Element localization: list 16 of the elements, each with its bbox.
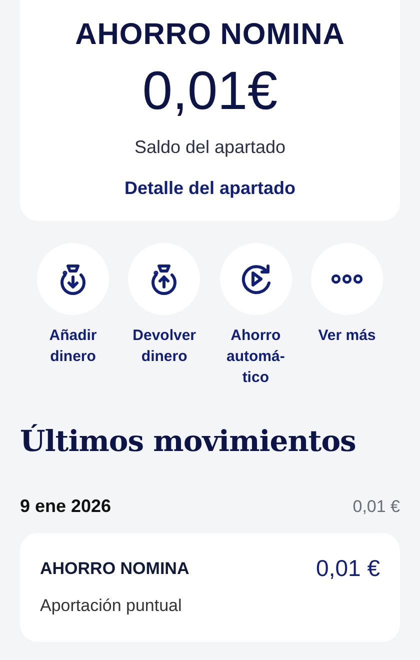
detail-link[interactable]: Detalle del apartado	[124, 178, 296, 200]
movement-name: AHORRO NOMINA	[40, 558, 190, 579]
account-title: AHORRO NOMINA	[75, 18, 345, 52]
balance-amount: 0,01€	[142, 62, 278, 122]
movement-amount: 0,01 €	[316, 555, 380, 582]
movement-description: Aportación puntual	[40, 596, 183, 616]
section-heading: Últimos movimientos	[20, 424, 357, 458]
more-icon	[330, 274, 363, 284]
action-label: Devolver dinero	[132, 326, 198, 368]
day-total: 0,01 €	[352, 496, 400, 517]
action-label: Ahorro automá-tico	[225, 326, 286, 388]
action-label: Ver más	[317, 326, 377, 346]
date-label: 9 ene 2026	[20, 496, 112, 518]
action-label: Añadir dinero	[48, 326, 98, 368]
movement-card[interactable]: AHORRO NOMINA 0,01 € Aportación puntual	[20, 533, 400, 642]
balance-label: Saldo del apartado	[134, 137, 286, 158]
